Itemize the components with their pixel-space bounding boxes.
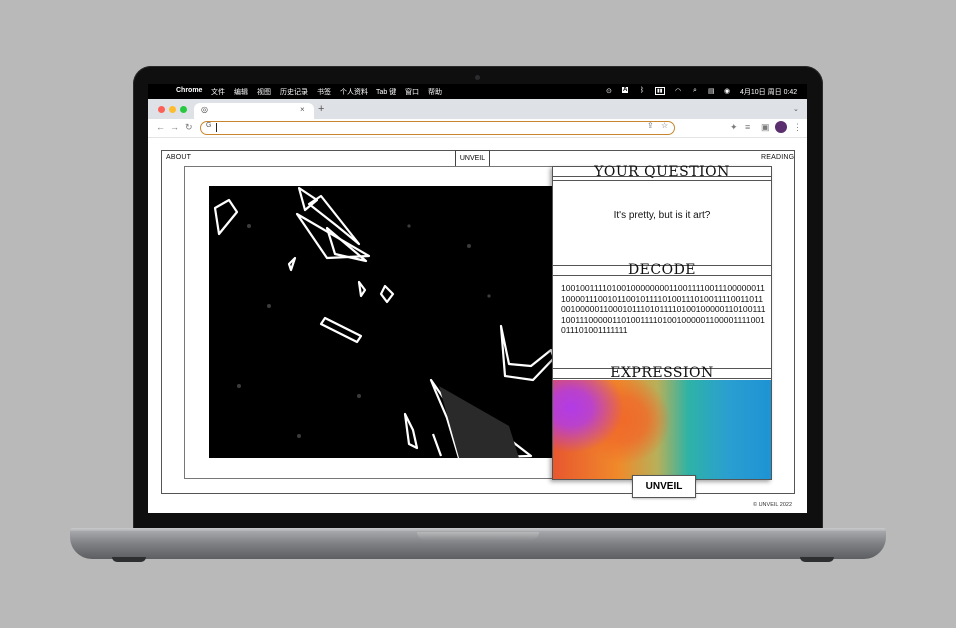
nav-about-link[interactable]: ABOUT <box>166 154 191 161</box>
wifi-icon[interactable]: ◠ <box>675 87 681 95</box>
menu-view[interactable]: 视图 <box>257 87 271 97</box>
menu-help[interactable]: 帮助 <box>428 87 442 97</box>
artwork-edge-lines <box>213 186 554 458</box>
search-icon[interactable]: ⌕ <box>693 87 697 95</box>
bluetooth-icon[interactable]: ᛒ <box>640 87 644 94</box>
web-page: ABOUT UNVEIL READING YOUR QUESTION It's … <box>148 138 807 513</box>
macos-menubar: Chrome 文件 编辑 视图 历史记录 书签 个人资料 Tab 键 窗口 帮助… <box>148 84 807 99</box>
menubar-datetime[interactable]: 4月10日 周日 0:42 <box>740 87 797 97</box>
laptop-foot <box>112 557 146 562</box>
menu-edit[interactable]: 编辑 <box>234 87 248 97</box>
zoom-window-button[interactable] <box>180 106 187 113</box>
input-source-icon[interactable]: A <box>622 87 629 93</box>
question-text: It's pretty, but is it art? <box>613 210 711 221</box>
close-window-button[interactable] <box>158 106 165 113</box>
tab-close-icon[interactable]: × <box>300 105 305 114</box>
info-panel: YOUR QUESTION It's pretty, but is it art… <box>552 164 772 480</box>
record-icon[interactable]: ⊙ <box>606 87 612 95</box>
nav-reading-link[interactable]: READING <box>761 154 794 161</box>
text-cursor <box>216 123 217 132</box>
back-icon[interactable]: ← <box>156 122 165 132</box>
screen: Chrome 文件 编辑 视图 历史记录 书签 个人资料 Tab 键 窗口 帮助… <box>148 84 807 513</box>
expression-gradient-image <box>553 380 771 479</box>
google-icon: G <box>206 122 212 129</box>
omnibox[interactable]: G ⇪ ☆ <box>200 121 675 135</box>
menu-history[interactable]: 历史记录 <box>280 87 308 97</box>
section-rule <box>553 378 771 379</box>
chrome-favicon-icon: ◎ <box>201 105 208 114</box>
reading-list-icon[interactable]: ≡ <box>745 122 750 132</box>
reload-icon[interactable]: ↻ <box>185 122 193 133</box>
copyright-text: © UNVEIL 2022 <box>753 502 793 508</box>
more-menu-icon[interactable]: ⋮ <box>793 122 802 133</box>
forward-icon[interactable]: → <box>170 122 179 132</box>
siri-icon[interactable]: ◉ <box>724 87 730 95</box>
chrome-tab-strip: ◎ × + ⌄ <box>148 99 807 119</box>
menu-window[interactable]: 窗口 <box>405 87 419 97</box>
section-rule <box>553 275 771 276</box>
new-tab-icon[interactable]: + <box>318 103 324 115</box>
extensions-icon[interactable]: ✦ <box>730 122 738 133</box>
menu-profiles[interactable]: 个人资料 <box>340 87 368 97</box>
battery-icon[interactable]: ▮▮ <box>655 87 665 95</box>
side-panel-icon[interactable]: ▣ <box>761 122 770 133</box>
menu-bookmarks[interactable]: 书签 <box>317 87 331 97</box>
laptop-opening-groove <box>417 532 539 540</box>
control-center-icon[interactable]: ▤ <box>708 87 715 95</box>
laptop-foot <box>800 557 834 562</box>
section-rule <box>553 180 771 181</box>
minimize-window-button[interactable] <box>169 106 176 113</box>
tab-search-chevron-icon[interactable]: ⌄ <box>793 105 799 113</box>
camera-icon <box>475 75 480 80</box>
artwork-image <box>209 186 554 458</box>
chrome-toolbar: ← → ↻ G ⇪ ☆ ✦ ≡ ▣ ⋮ <box>148 119 807 138</box>
browser-tab[interactable]: ◎ × <box>194 103 314 119</box>
menubar-app-name[interactable]: Chrome <box>176 87 202 94</box>
share-icon[interactable]: ⇪ <box>647 121 654 130</box>
profile-avatar[interactable] <box>775 121 787 133</box>
bookmark-star-icon[interactable]: ☆ <box>661 121 668 130</box>
nav-unveil-link[interactable]: UNVEIL <box>455 150 490 167</box>
unveil-button[interactable]: UNVEIL <box>632 475 696 498</box>
question-title: YOUR QUESTION <box>594 164 730 180</box>
binary-code-text: 1001001111010010000000011001111001110000… <box>561 283 766 336</box>
menu-file[interactable]: 文件 <box>211 87 225 97</box>
menu-tab[interactable]: Tab 键 <box>376 87 396 97</box>
